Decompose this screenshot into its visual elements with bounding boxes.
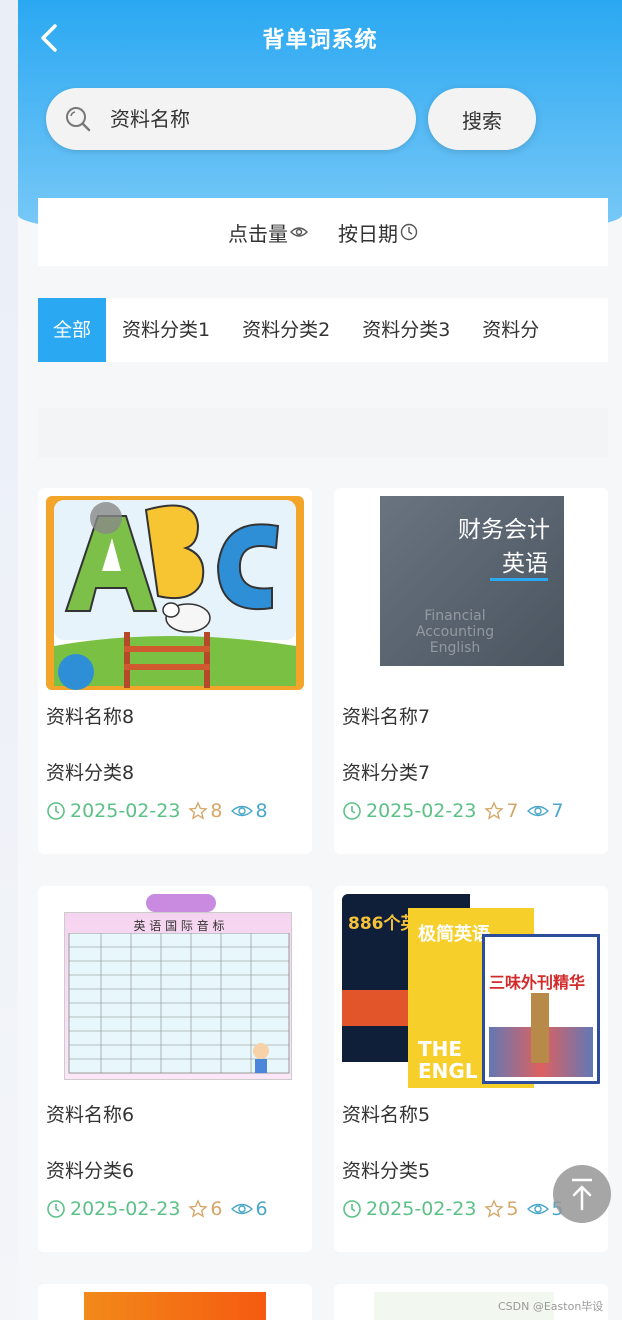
sort-bar: 点击量 按日期 <box>38 198 608 266</box>
cover-image-abc <box>46 496 304 690</box>
cover-book-d: THE ENGL <box>418 1037 478 1083</box>
card-category: 资料分类6 <box>46 1160 135 1182</box>
card-date: 2025-02-23 <box>366 1198 477 1220</box>
cover-title: 财务会计 <box>458 517 550 543</box>
back-to-top-button[interactable] <box>553 1165 611 1223</box>
cover-image-phonetics: 英 语 国 际 音 标 <box>46 894 304 1088</box>
banner-placeholder <box>38 408 608 458</box>
star-icon <box>484 1199 505 1218</box>
page-title: 背单词系统 <box>262 28 378 53</box>
card-meta: 2025-02-23 8 8 <box>46 800 268 822</box>
tab-category-2[interactable]: 资料分类2 <box>226 298 346 362</box>
search-input[interactable] <box>110 107 370 131</box>
card-title: 资料名称7 <box>342 706 431 728</box>
card-title: 资料名称5 <box>342 1104 431 1126</box>
eye-icon <box>230 1203 253 1215</box>
cover-book-b: 极简英语 <box>418 924 490 945</box>
resource-card[interactable]: 英 语 国 际 音 标 资料名称6 资料分类6 2025-02-23 6 6 <box>38 886 312 1252</box>
clock-icon <box>343 802 361 820</box>
sort-by-date[interactable]: 按日期 <box>338 218 418 247</box>
star-icon <box>188 1199 209 1218</box>
cover-title: 英 语 国 际 音 标 <box>133 919 225 933</box>
card-views: 8 <box>255 800 268 822</box>
star-icon <box>484 801 505 820</box>
eye-icon <box>290 227 308 237</box>
cover-image-accounting: 财务会计 英语 Financial Accounting English <box>342 496 600 690</box>
sort-clicks-label: 点击量 <box>228 221 288 246</box>
card-category: 资料分类7 <box>342 762 431 784</box>
clock-icon <box>343 1200 361 1218</box>
resource-card[interactable]: 资料名称8 资料分类8 2025-02-23 8 8 <box>38 488 312 854</box>
search-icon <box>66 107 91 132</box>
cover-subtitle: 英语 <box>502 551 548 577</box>
card-title: 资料名称8 <box>46 706 135 728</box>
card-stars: 6 <box>210 1198 223 1220</box>
tab-all[interactable]: 全部 <box>38 298 107 362</box>
eye-icon <box>526 1203 549 1215</box>
sort-date-label: 按日期 <box>338 221 398 246</box>
card-date: 2025-02-23 <box>70 800 181 822</box>
watermark: CSDN @Easton毕设 <box>498 1300 604 1313</box>
tab-category-1[interactable]: 资料分类1 <box>106 298 226 362</box>
card-date: 2025-02-23 <box>366 800 477 822</box>
card-meta: 2025-02-23 5 5 <box>342 1198 564 1220</box>
clock-icon <box>47 802 65 820</box>
eye-icon <box>230 805 253 817</box>
card-views: 7 <box>551 800 564 822</box>
cover-english: Financial Accounting English <box>415 608 495 656</box>
card-views: 6 <box>255 1198 268 1220</box>
card-category: 资料分类8 <box>46 762 135 784</box>
card-date: 2025-02-23 <box>70 1198 181 1220</box>
cover-underline <box>490 578 548 581</box>
card-stars: 7 <box>506 800 519 822</box>
search-button[interactable]: 搜索 <box>428 88 536 150</box>
card-meta: 2025-02-23 6 6 <box>46 1198 268 1220</box>
star-icon <box>188 801 209 820</box>
resource-card[interactable]: 财务会计 英语 Financial Accounting English 资料名… <box>334 488 608 854</box>
tab-category-3[interactable]: 资料分类3 <box>346 298 466 362</box>
clock-icon <box>47 1200 65 1218</box>
card-title: 资料名称6 <box>46 1104 135 1126</box>
card-stars: 5 <box>506 1198 519 1220</box>
card-category: 资料分类5 <box>342 1160 431 1182</box>
resource-card[interactable] <box>38 1284 312 1320</box>
left-edge <box>0 0 18 1320</box>
sort-by-clicks[interactable]: 点击量 <box>228 218 308 247</box>
arrow-up-icon <box>572 1178 592 1211</box>
tab-category-4[interactable]: 资料分 <box>466 298 555 362</box>
search-box[interactable] <box>46 88 416 150</box>
eye-icon <box>526 805 549 817</box>
card-stars: 8 <box>210 800 223 822</box>
clock-icon <box>400 223 418 241</box>
cover-image-partial <box>84 1292 266 1320</box>
app-screen: 背单词系统 搜索 点击量 按日期 全部 <box>18 0 622 1320</box>
cover-image-books: 886个英语词 极简英语 THE ENGL 三味外刊精华 <box>342 894 600 1088</box>
category-tabs: 全部 资料分类1 资料分类2 资料分类3 资料分 <box>38 298 608 362</box>
cover-book-c: 三味外刊精华 <box>489 973 586 992</box>
card-meta: 2025-02-23 7 7 <box>342 800 564 822</box>
